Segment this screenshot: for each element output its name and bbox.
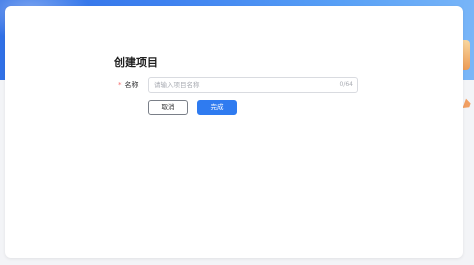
page-title: 创建项目	[114, 56, 158, 69]
char-counter: 0/64	[339, 81, 353, 88]
create-project-card	[5, 6, 463, 258]
project-name-input[interactable]	[154, 78, 334, 92]
done-button[interactable]: 完成	[197, 100, 237, 115]
name-input-wrapper[interactable]: 0/64	[148, 77, 358, 93]
page: 创建项目 *名称 0/64 取消 完成	[0, 0, 474, 265]
name-form-row: *名称 0/64	[118, 77, 358, 93]
name-label-text: 名称	[124, 81, 139, 89]
name-label: * 名称	[118, 77, 139, 93]
required-mark: *	[118, 81, 122, 89]
cancel-button[interactable]: 取消	[148, 100, 188, 115]
